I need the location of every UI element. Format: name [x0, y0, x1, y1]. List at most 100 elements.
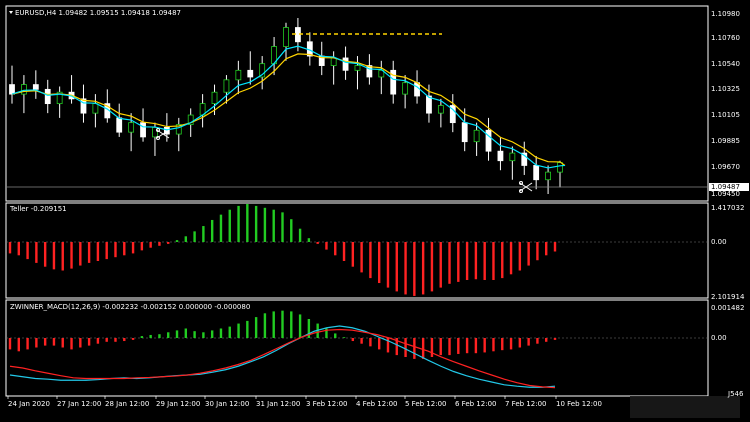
teller-bar — [448, 242, 451, 284]
teller-bar — [43, 242, 47, 267]
macd-bar — [70, 338, 73, 350]
teller-bar — [175, 240, 179, 242]
macd-bar — [553, 338, 557, 340]
macd-bar — [123, 338, 126, 342]
macd-pane[interactable]: ZWINNER_MACD(12,26,9) -0.002232 -0.00215… — [5, 299, 744, 397]
teller-bar — [35, 242, 38, 263]
teller-bar — [351, 242, 355, 267]
macd-bar — [52, 338, 56, 346]
teller-bar — [114, 242, 117, 258]
macd-axis-zero: 0.00 — [711, 334, 727, 342]
teller-pane[interactable]: Teller -0.209151 1.417032 0.00 2.101914 — [5, 202, 745, 301]
teller-bar — [246, 204, 249, 242]
teller-bar — [123, 242, 126, 256]
symbol-info: EURUSD,H4 1.09482 1.09515 1.09418 1.0948… — [15, 9, 181, 17]
macd-bar — [167, 332, 170, 338]
macd-bar — [465, 338, 469, 354]
macd-bar — [26, 338, 29, 350]
teller-bar — [281, 212, 284, 242]
trading-chart[interactable]: EURUSD,H4 1.09482 1.09515 1.09418 1.0948… — [0, 0, 750, 422]
macd-bar — [210, 330, 214, 338]
macd-bar — [351, 338, 355, 342]
macd-bar — [342, 337, 346, 338]
teller-bar — [509, 242, 513, 275]
teller-bar — [298, 228, 302, 242]
time-axis-label: 31 Jan 12:00 — [256, 400, 300, 408]
time-axis-label: 27 Jan 12:00 — [57, 400, 101, 408]
time-axis-label: 30 Jan 12:00 — [205, 400, 249, 408]
macd-bar — [492, 338, 495, 352]
time-axis-label: 10 Feb 12:00 — [556, 400, 602, 408]
time-axis-label: 29 Jan 12:00 — [156, 400, 200, 408]
price-pane[interactable]: EURUSD,H4 1.09482 1.09515 1.09418 1.0948… — [5, 5, 749, 202]
teller-bar — [61, 242, 64, 271]
teller-bar — [140, 242, 144, 251]
candle-body — [21, 84, 27, 95]
time-axis-label: 28 Jan 12:00 — [105, 400, 149, 408]
teller-bar — [377, 242, 381, 284]
candle-body — [92, 103, 99, 114]
macd-bar — [184, 328, 188, 338]
macd-bar — [149, 334, 152, 338]
candle-body — [9, 84, 15, 95]
macd-axis-top: 0.001482 — [711, 304, 744, 312]
macd-bar — [131, 338, 135, 340]
time-axis-label: 24 Jan 2020 — [8, 400, 50, 408]
macd-bar — [545, 338, 548, 342]
candle-body — [497, 150, 504, 162]
teller-bar — [360, 242, 363, 273]
watermark-blur — [630, 396, 740, 418]
teller-bar — [492, 242, 495, 280]
macd-bar — [298, 314, 302, 338]
teller-bar — [307, 238, 311, 242]
macd-bar — [377, 338, 381, 350]
price-axis-label: 1.10980 — [711, 10, 740, 18]
macd-bar — [430, 338, 434, 357]
macd-bar — [421, 338, 425, 359]
macd-bar — [79, 338, 82, 348]
teller-bar — [237, 205, 240, 242]
candle-body — [485, 129, 492, 152]
teller-bar — [131, 242, 135, 254]
macd-bar — [518, 338, 522, 348]
teller-bar — [70, 242, 73, 269]
teller-bar — [290, 219, 293, 242]
macd-bar — [263, 313, 267, 338]
teller-title: Teller -0.209151 — [9, 205, 67, 213]
teller-bar — [334, 242, 337, 256]
candle-body — [426, 95, 432, 114]
teller-bar — [439, 242, 442, 288]
teller-axis-zero: 0.00 — [711, 238, 727, 246]
candle-body — [44, 88, 51, 105]
macd-bar — [140, 336, 144, 338]
teller-bar — [158, 242, 161, 246]
teller-bar — [474, 242, 478, 280]
macd-title: ZWINNER_MACD(12,26,9) -0.002232 -0.00215… — [10, 303, 250, 311]
candle-body — [116, 117, 123, 133]
teller-bar — [430, 242, 434, 292]
macd-bar — [413, 338, 416, 359]
macd-bar — [17, 338, 20, 352]
macd-bar — [290, 311, 293, 338]
candle-body — [557, 162, 563, 173]
corner-label: J546 — [727, 390, 744, 398]
candle-body — [509, 152, 516, 162]
candle-body — [545, 171, 551, 181]
time-axis-label: 4 Feb 12:00 — [356, 400, 397, 408]
macd-bar — [96, 338, 100, 344]
teller-bar — [483, 242, 486, 280]
candle-body — [402, 82, 409, 95]
macd-bar — [254, 317, 258, 338]
macd-bar — [61, 338, 64, 348]
candle-body — [354, 65, 361, 71]
teller-bar — [254, 205, 258, 242]
price-pane-frame — [5, 5, 709, 202]
teller-bar — [149, 242, 152, 248]
macd-bar — [237, 323, 240, 338]
macd-bar — [281, 310, 284, 338]
price-axis-label: 1.09670 — [711, 163, 740, 171]
teller-bar — [52, 242, 56, 270]
candle-body — [223, 79, 230, 93]
teller-bar — [545, 242, 548, 256]
teller-bar — [413, 242, 416, 296]
